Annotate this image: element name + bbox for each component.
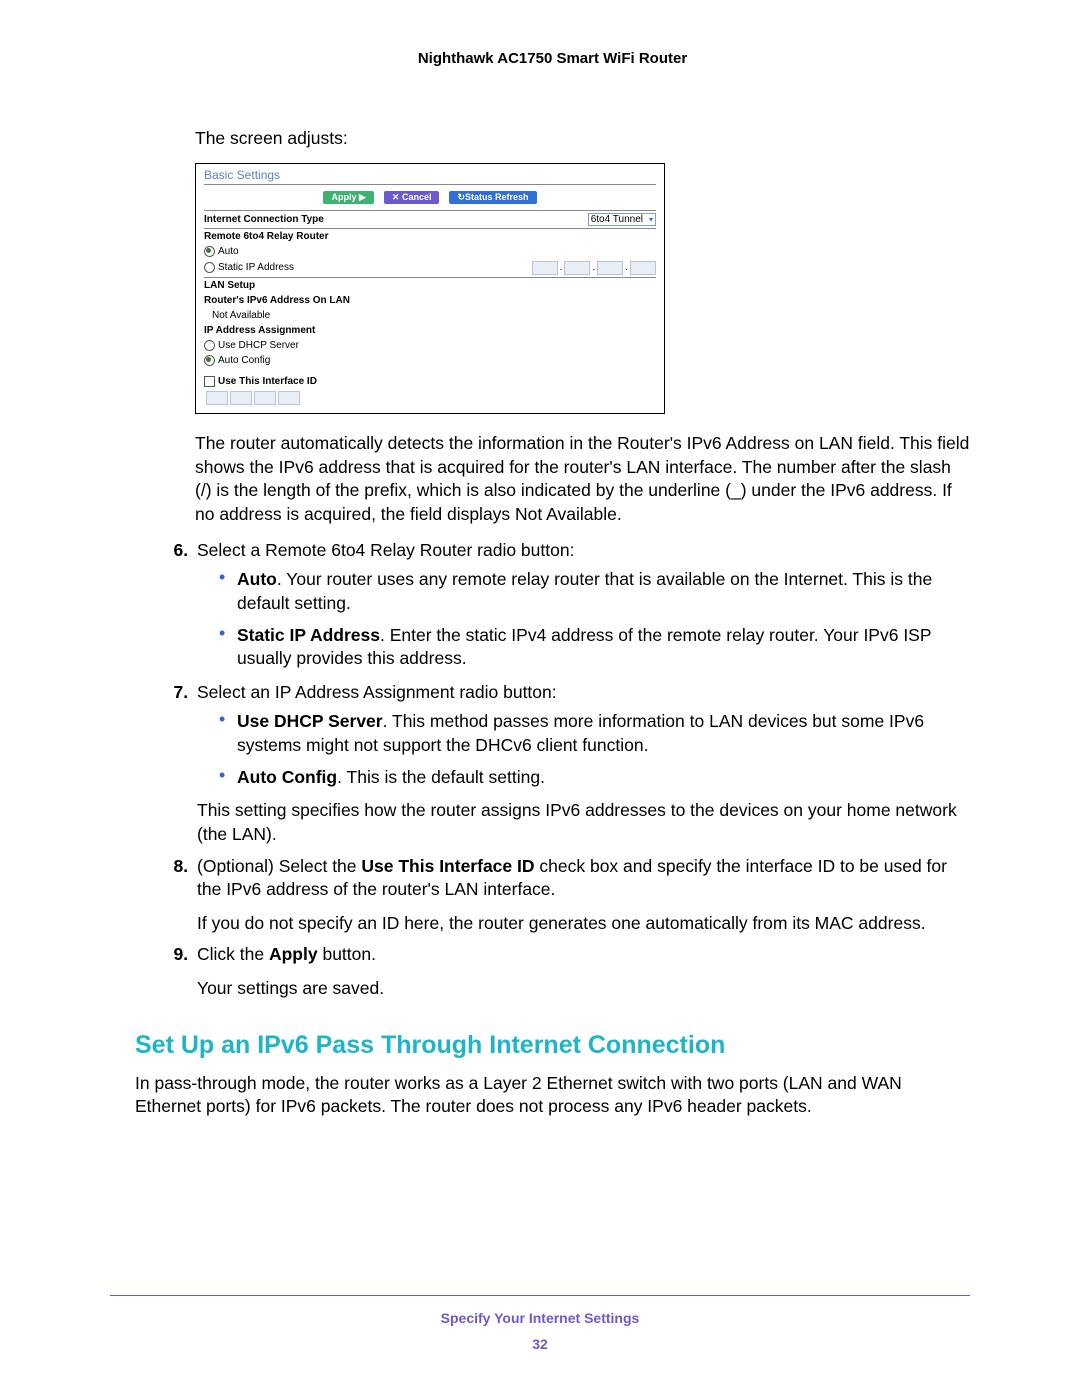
section-heading: Set Up an IPv6 Pass Through Internet Con… [135,1031,970,1060]
step7-auto: Auto Config. This is the default setting… [219,766,970,790]
step-7: Select an IP Address Assignment radio bu… [193,681,970,847]
intro-text: The screen adjusts: [195,127,970,151]
chevron-down-icon: ▾ [649,215,653,224]
page-header: Nighthawk AC1750 Smart WiFi Router [135,50,970,67]
interface-id-input[interactable] [196,389,664,413]
para-after-screenshot: The router automatically detects the inf… [195,432,970,527]
settings-screenshot: Basic Settings Apply ▶ ✕ Cancel ↻Status … [195,163,665,415]
cancel-button[interactable]: ✕ Cancel [384,191,440,204]
lan-setup-label: LAN Setup [204,280,255,291]
dhcp-radio[interactable] [204,340,215,351]
status-refresh-button[interactable]: ↻Status Refresh [449,191,536,204]
relay-static-radio[interactable] [204,262,215,273]
step9-tail: Your settings are saved. [197,977,970,1001]
conn-type-select[interactable]: 6to4 Tunnel ▾ [588,213,656,226]
step6-static: Static IP Address. Enter the static IPv4… [219,624,970,671]
step7-tail: This setting specifies how the router as… [197,799,970,846]
static-ip-input[interactable]: . . . [532,261,656,275]
page-footer: Specify Your Internet Settings 32 [110,1295,970,1352]
lan-addr-value: Not Available [212,310,270,321]
step7-dhcp: Use DHCP Server. This method passes more… [219,710,970,757]
conn-type-label: Internet Connection Type [204,214,324,225]
step8-tail: If you do not specify an ID here, the ro… [197,912,970,936]
footer-page-number: 32 [110,1336,970,1352]
relay-auto-radio[interactable] [204,246,215,257]
footer-title: Specify Your Internet Settings [110,1310,970,1326]
use-interface-checkbox[interactable] [204,376,215,387]
ip-assign-label: IP Address Assignment [204,325,315,336]
lan-addr-label: Router's IPv6 Address On LAN [204,295,350,306]
relay-label: Remote 6to4 Relay Router [204,231,328,242]
step-9: Click the Apply button. Your settings ar… [193,943,970,1000]
ss-title: Basic Settings [196,164,664,184]
section-text: In pass-through mode, the router works a… [135,1072,970,1119]
autoconfig-radio[interactable] [204,355,215,366]
step-8: (Optional) Select the Use This Interface… [193,855,970,936]
apply-button[interactable]: Apply ▶ [323,191,373,204]
steps-list: Select a Remote 6to4 Relay Router radio … [163,539,970,1001]
step-6: Select a Remote 6to4 Relay Router radio … [193,539,970,671]
step6-auto: Auto. Your router uses any remote relay … [219,568,970,615]
